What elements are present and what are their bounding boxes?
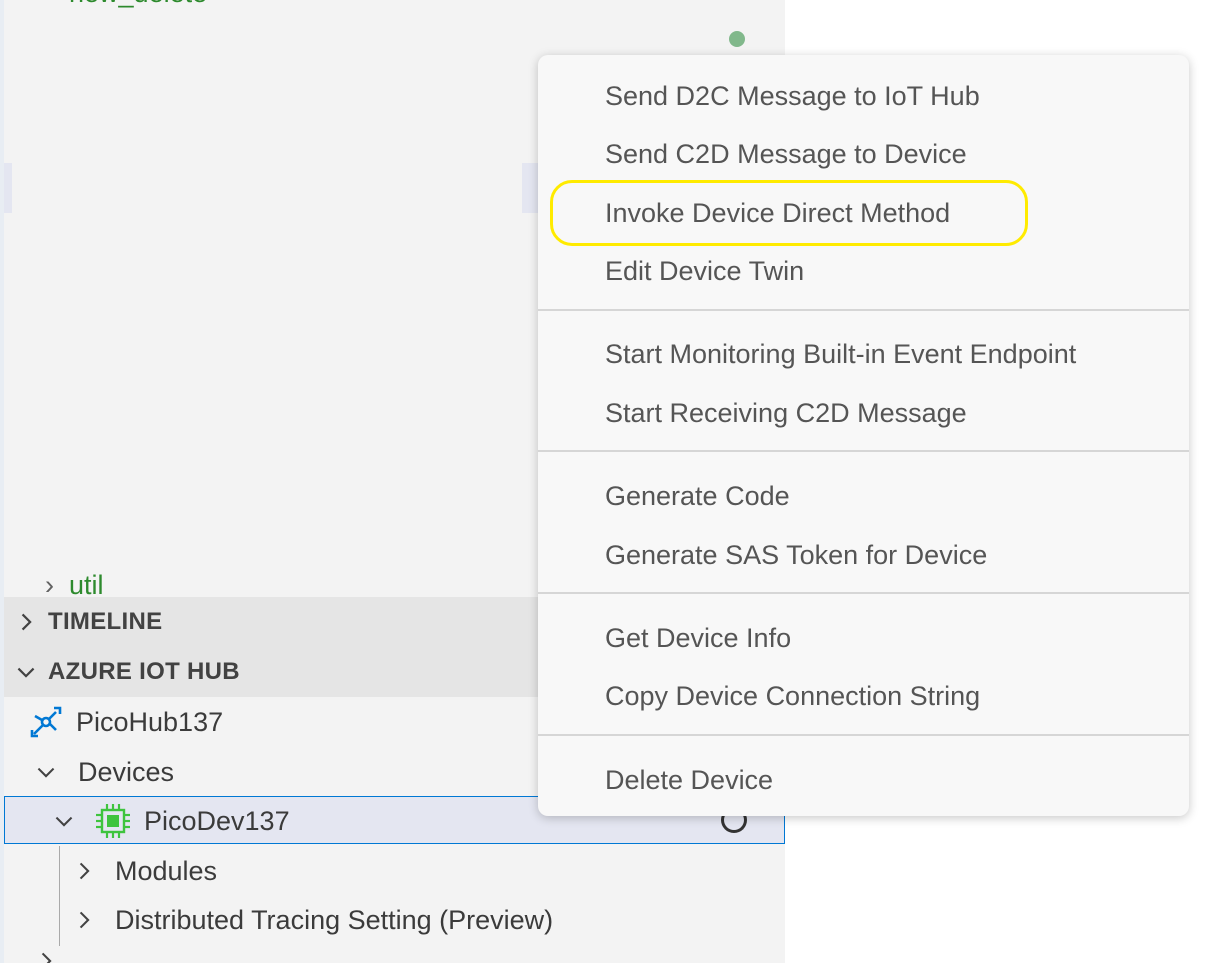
- menu-separator: [538, 734, 1189, 736]
- chevron-down-icon: [4, 661, 48, 683]
- menu-item-generate-code[interactable]: Generate Code: [538, 471, 1189, 521]
- tree-item-label: util: [69, 570, 104, 596]
- chevron-right-icon: [66, 909, 102, 931]
- device-name: PicoDev137: [144, 805, 290, 836]
- tree-item-endpoints-partial[interactable]: [28, 946, 64, 963]
- menu-separator: [538, 592, 1189, 594]
- screen: ›new_delete ›util TIMELINE AZURE IOT HUB: [0, 0, 1221, 963]
- tree-item-util[interactable]: › util: [45, 570, 104, 596]
- chip-icon: [94, 802, 132, 840]
- tree-item-label: new_delete: [69, 0, 207, 8]
- section-title: AZURE IOT HUB: [48, 658, 240, 685]
- section-title: TIMELINE: [48, 608, 163, 635]
- tree-item-hub[interactable]: PicoHub137: [28, 698, 223, 746]
- tree-item-devices[interactable]: Devices: [28, 748, 174, 796]
- iot-hub-icon: [28, 704, 64, 740]
- tree-item-new-delete[interactable]: ›new_delete: [45, 0, 207, 8]
- device-context-menu: Send D2C Message to IoT Hub Send C2D Mes…: [538, 55, 1189, 816]
- menu-item-get-device-info[interactable]: Get Device Info: [538, 613, 1189, 663]
- menu-item-generate-sas-token[interactable]: Generate SAS Token for Device: [538, 530, 1189, 580]
- devices-label: Devices: [78, 756, 175, 787]
- menu-item-send-d2c[interactable]: Send D2C Message to IoT Hub: [538, 71, 1189, 121]
- modules-label: Modules: [115, 855, 218, 886]
- chevron-down-icon: [46, 810, 82, 832]
- tree-item-modules[interactable]: Modules: [66, 847, 217, 895]
- menu-item-edit-device-twin[interactable]: Edit Device Twin: [538, 246, 1189, 296]
- menu-item-delete-device[interactable]: Delete Device: [538, 755, 1189, 805]
- menu-item-start-receiving-c2d[interactable]: Start Receiving C2D Message: [538, 388, 1189, 438]
- menu-item-send-c2d[interactable]: Send C2D Message to Device: [538, 129, 1189, 179]
- menu-item-copy-connection-string[interactable]: Copy Device Connection String: [538, 671, 1189, 721]
- menu-item-invoke-direct-method[interactable]: Invoke Device Direct Method: [538, 188, 1189, 238]
- chevron-right-icon: [66, 860, 102, 882]
- menu-separator: [538, 450, 1189, 452]
- indent-guide: [59, 846, 60, 946]
- chevron-right-icon: [4, 611, 48, 633]
- chevron-right-icon: [28, 950, 64, 963]
- git-status-dot: [729, 31, 745, 47]
- chevron-right-icon: ›: [45, 0, 69, 8]
- chevron-right-icon: ›: [45, 570, 54, 596]
- tree-item-distributed-tracing[interactable]: Distributed Tracing Setting (Preview): [66, 896, 553, 944]
- menu-item-start-monitoring[interactable]: Start Monitoring Built-in Event Endpoint: [538, 329, 1189, 379]
- chevron-down-icon: [28, 761, 64, 783]
- hub-name: PicoHub137: [76, 706, 224, 737]
- tracing-label: Distributed Tracing Setting (Preview): [115, 904, 554, 935]
- menu-separator: [538, 309, 1189, 311]
- row-highlight: [4, 163, 12, 213]
- tree-item-device[interactable]: PicoDev137: [46, 797, 290, 845]
